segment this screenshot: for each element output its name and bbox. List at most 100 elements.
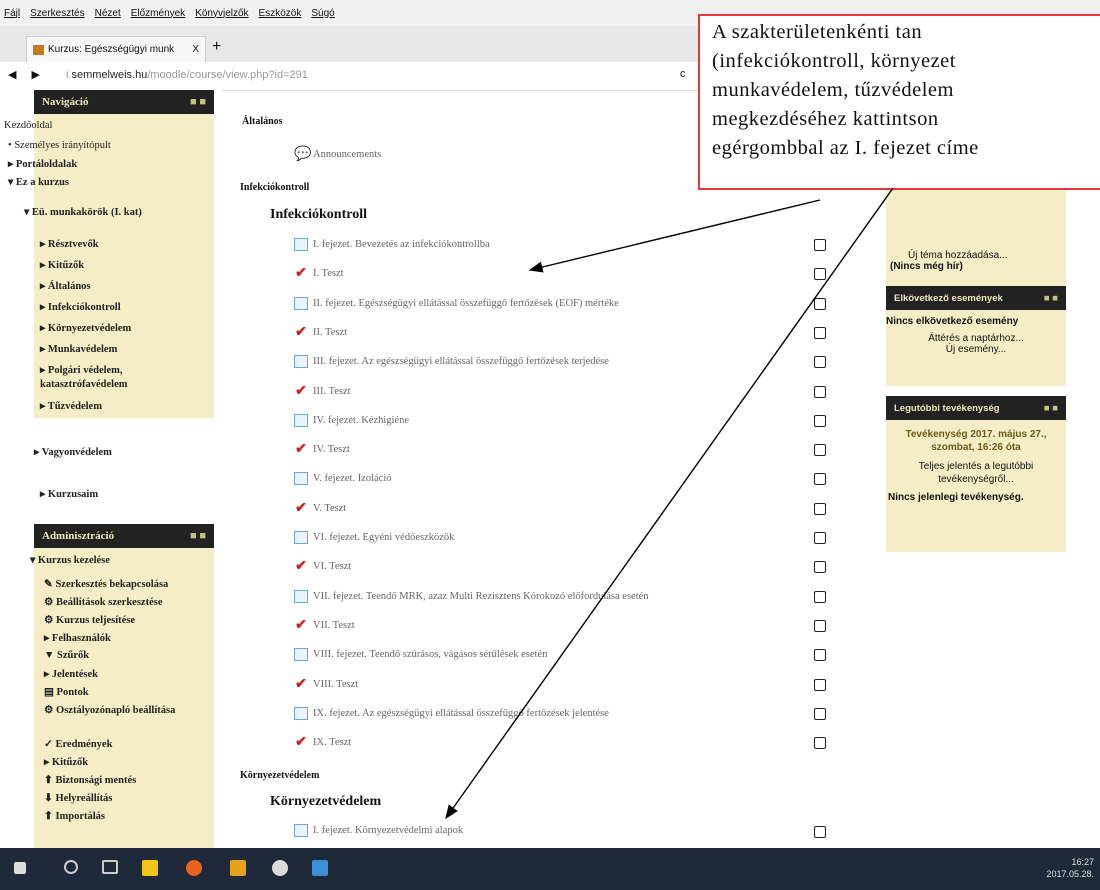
nav-environment[interactable]: ▸ Környezetvédelem bbox=[40, 322, 131, 334]
completion-checkbox[interactable] bbox=[814, 356, 826, 368]
admin-completion[interactable]: ⚙ Kurzus teljesítése bbox=[44, 614, 135, 626]
admin-edit-settings[interactable]: ⚙ Beállítások szerkesztése bbox=[44, 596, 162, 608]
calendar-link[interactable]: Áttérés a naptárhoz... bbox=[886, 327, 1066, 344]
admin-gradebook-setup[interactable]: ⚙ Osztályozónapló beállítása bbox=[44, 704, 194, 718]
nav-work-safety[interactable]: ▸ Munkavédelem bbox=[40, 343, 117, 355]
nav-site-pages[interactable]: ▸ Portáloldalak bbox=[8, 158, 77, 170]
completion-checkbox[interactable] bbox=[814, 327, 826, 339]
nav-my-courses[interactable]: ▸ Kurzusaim bbox=[40, 488, 98, 500]
admin-grades[interactable]: ▤ Pontok bbox=[44, 686, 89, 698]
nav-dashboard[interactable]: • Személyes irányítópult bbox=[8, 140, 111, 151]
admin-restore[interactable]: ⬇ Helyreállítás bbox=[44, 792, 112, 804]
completion-checkbox[interactable] bbox=[814, 826, 826, 838]
menu-edit[interactable]: Szerkesztés bbox=[30, 8, 84, 19]
app-icon[interactable] bbox=[312, 860, 328, 876]
completion-checkbox[interactable] bbox=[814, 298, 826, 310]
menu-view[interactable]: Nézet bbox=[95, 8, 121, 19]
admin-edit-on[interactable]: ✎ Szerkesztés bekapcsolása bbox=[44, 578, 168, 590]
admin-filters[interactable]: ▼ Szűrők bbox=[44, 650, 89, 661]
completion-checkbox[interactable] bbox=[814, 444, 826, 456]
activity-quiz[interactable]: ✔ VIII. Teszt bbox=[294, 674, 358, 694]
nav-participants[interactable]: ▸ Résztvevők bbox=[40, 238, 99, 250]
completion-checkbox[interactable] bbox=[814, 239, 826, 251]
nav-home[interactable]: Kezdőoldal bbox=[4, 120, 52, 131]
activity-chapter[interactable]: V. fejezet. Izoláció bbox=[294, 468, 392, 488]
quiz-icon: ✔ bbox=[295, 383, 307, 399]
activity-quiz[interactable]: ✔ IV. Teszt bbox=[294, 439, 350, 459]
activity-quiz[interactable]: ✔ VI. Teszt bbox=[294, 556, 351, 576]
firefox-icon[interactable] bbox=[186, 860, 202, 876]
admin-reports[interactable]: ▸ Jelentések bbox=[44, 668, 98, 680]
activity-chapter[interactable]: III. fejezet. Az egészségügyi ellátással… bbox=[294, 351, 609, 371]
activity-chapter[interactable]: II. fejezet. Egészségügyi ellátással öss… bbox=[294, 293, 619, 313]
menu-file[interactable]: Fájl bbox=[4, 8, 20, 19]
completion-checkbox[interactable] bbox=[814, 737, 826, 749]
nav-badges[interactable]: ▸ Kitűzők bbox=[40, 259, 84, 271]
quiz-icon: ✔ bbox=[295, 558, 307, 574]
reload-icon[interactable]: c bbox=[680, 68, 686, 80]
completion-checkbox[interactable] bbox=[814, 268, 826, 280]
completion-checkbox[interactable] bbox=[814, 473, 826, 485]
nav-fire[interactable]: ▸ Tűzvédelem bbox=[40, 400, 102, 412]
nav-general[interactable]: ▸ Általános bbox=[40, 280, 91, 292]
admin-badges[interactable]: ▸ Kitűzők bbox=[44, 756, 88, 768]
nav-property[interactable]: ▸ Vagyonvédelem bbox=[34, 446, 112, 458]
nav-course-name[interactable]: ▾ Eü. munkakörök (I. kat) bbox=[24, 206, 142, 218]
new-tab-button[interactable]: + bbox=[212, 38, 221, 56]
browser-tab[interactable]: Kurzus: Egészségügyi munk X bbox=[26, 36, 206, 62]
task-view-icon[interactable] bbox=[102, 860, 118, 874]
completion-checkbox[interactable] bbox=[814, 532, 826, 544]
admin-outcomes[interactable]: ✓ Eredmények bbox=[44, 738, 112, 750]
page-icon bbox=[294, 237, 308, 251]
completion-checkbox[interactable] bbox=[814, 503, 826, 515]
activity-chapter[interactable]: VII. fejezet. Teendő MRK, azaz Multi Rez… bbox=[294, 586, 649, 606]
add-topic-link[interactable]: Új téma hozzáadása... bbox=[886, 250, 1066, 261]
completion-checkbox[interactable] bbox=[814, 386, 826, 398]
menu-help[interactable]: Súgó bbox=[311, 8, 334, 19]
activity-quiz[interactable]: ✔ V. Teszt bbox=[294, 498, 346, 518]
activity-chapter[interactable]: VIII. fejezet. Teendő szúrásos, vágásos … bbox=[294, 644, 547, 664]
activity-quiz[interactable]: ✔ I. Teszt bbox=[294, 263, 343, 283]
admin-users[interactable]: ▸ Felhasználók bbox=[44, 632, 111, 644]
admin-backup[interactable]: ⬆ Biztonsági mentés bbox=[44, 774, 136, 786]
activity-quiz[interactable]: ✔ III. Teszt bbox=[294, 381, 350, 401]
admin-course-admin[interactable]: ▾ Kurzus kezelése bbox=[30, 554, 110, 566]
menu-history[interactable]: Előzmények bbox=[131, 8, 185, 19]
tab-close-icon[interactable]: X bbox=[192, 44, 199, 55]
nav-infection[interactable]: ▸ Infekciókontroll bbox=[40, 301, 121, 313]
announcements-link[interactable]: 💬 Announcements bbox=[294, 144, 381, 164]
url-field[interactable]: i.semmelweis.hu/moodle/course/view.php?i… bbox=[66, 69, 308, 81]
activity-chapter[interactable]: IV. fejezet. Kézhigiéne bbox=[294, 410, 409, 430]
activity-chapter[interactable]: IX. fejezet. Az egészségügyi ellátással … bbox=[294, 703, 609, 723]
completion-checkbox[interactable] bbox=[814, 708, 826, 720]
quiz-icon: ✔ bbox=[295, 617, 307, 633]
completion-checkbox[interactable] bbox=[814, 561, 826, 573]
activity-env-chapter-1[interactable]: I. fejezet. Környezetvédelmi alapok bbox=[294, 820, 463, 840]
back-forward-icon[interactable]: ◀ ▶ bbox=[8, 68, 46, 81]
menu-tools[interactable]: Eszközök bbox=[259, 8, 302, 19]
activity-quiz[interactable]: ✔ II. Teszt bbox=[294, 322, 347, 342]
callout-line: egérgombbal az I. fejezet címe bbox=[712, 137, 979, 159]
activity-chapter[interactable]: VI. fejezet. Egyéni védőeszközök bbox=[294, 527, 454, 547]
menu-bookmarks[interactable]: Könyvjelzők bbox=[195, 8, 248, 19]
activity-chapter[interactable]: I. fejezet. Bevezetés az infekciókontrol… bbox=[294, 234, 490, 254]
nav-this-course[interactable]: ▾ Ez a kurzus bbox=[8, 176, 69, 188]
app-icon[interactable] bbox=[272, 860, 288, 876]
store-icon[interactable] bbox=[230, 860, 246, 876]
completion-checkbox[interactable] bbox=[814, 679, 826, 691]
full-report-link[interactable]: Teljes jelentés a legutóbbi tevékenységr… bbox=[886, 454, 1066, 486]
administration-block: Adminisztráció ■ ■ ▾ Kurzus kezelése ✎ Sz… bbox=[30, 524, 214, 848]
completion-checkbox[interactable] bbox=[814, 415, 826, 427]
admin-import[interactable]: ⬆ Importálás bbox=[44, 810, 105, 822]
new-event-link[interactable]: Új esemény... bbox=[886, 344, 1066, 355]
start-icon[interactable] bbox=[14, 862, 26, 874]
nav-civil-defense[interactable]: ▸ Polgári védelem, katasztrófavédelem bbox=[40, 364, 180, 392]
activity-quiz[interactable]: ✔ VII. Teszt bbox=[294, 615, 355, 635]
activity-quiz[interactable]: ✔ IX. Teszt bbox=[294, 732, 351, 752]
completion-checkbox[interactable] bbox=[814, 649, 826, 661]
search-icon[interactable] bbox=[64, 860, 78, 874]
left-column: Navigáció ■ ■ Kezdőoldal • Személyes irán… bbox=[0, 90, 222, 848]
completion-checkbox[interactable] bbox=[814, 620, 826, 632]
file-explorer-icon[interactable] bbox=[142, 860, 158, 876]
completion-checkbox[interactable] bbox=[814, 591, 826, 603]
